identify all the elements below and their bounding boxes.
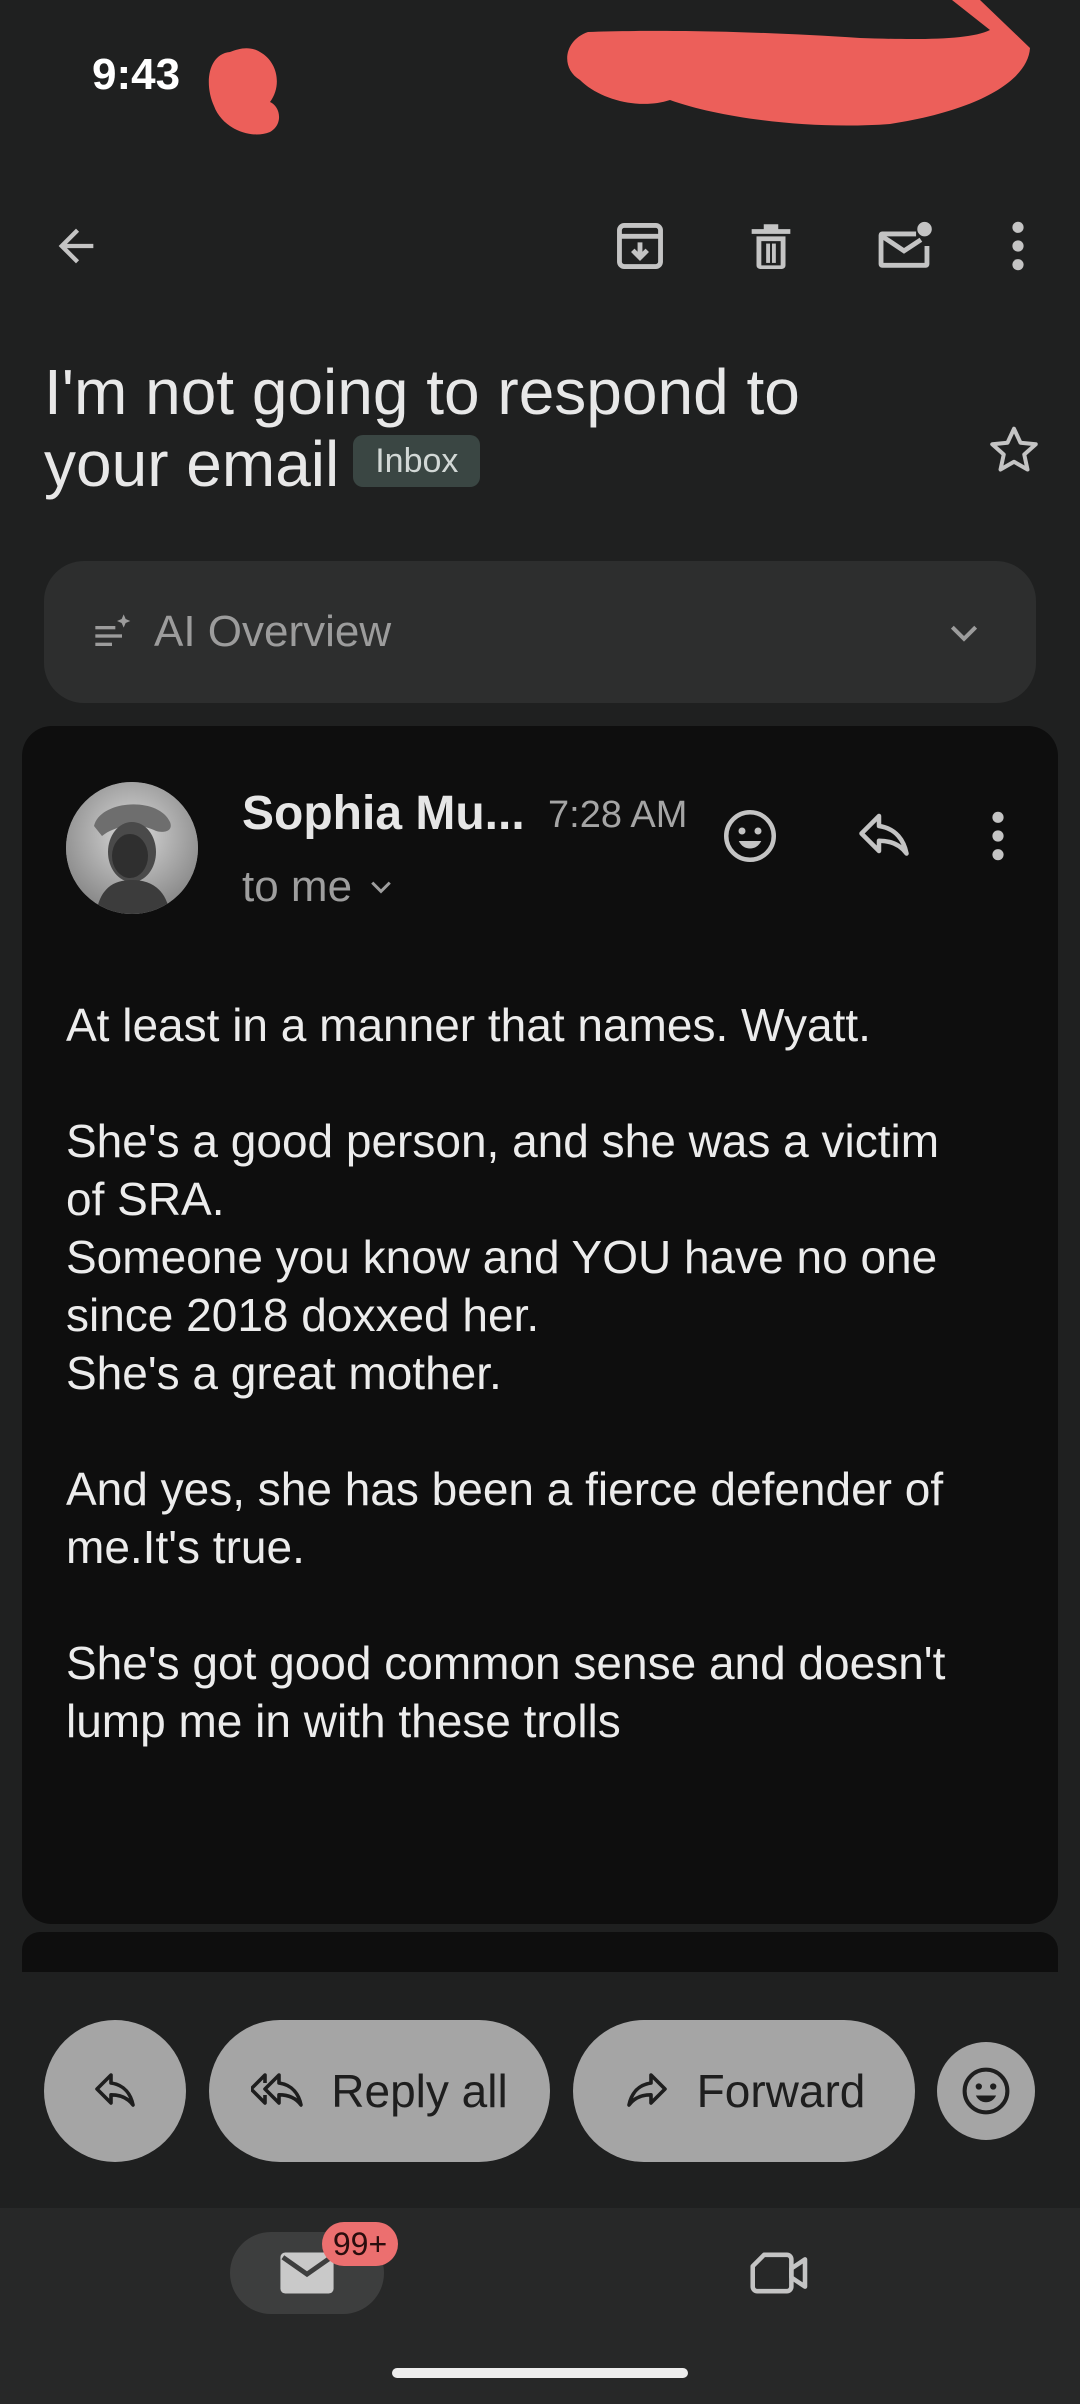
email-subject: I'm not going to respond to your email In… <box>44 356 944 500</box>
delete-button[interactable] <box>723 198 819 294</box>
reply-all-button[interactable]: Reply all <box>209 2020 550 2162</box>
nav-meet-tab[interactable] <box>732 2232 828 2314</box>
sender-avatar[interactable] <box>66 782 198 914</box>
redaction-mark-right <box>567 0 1030 126</box>
body-line: She's got good common sense and doesn't <box>66 1637 946 1689</box>
reply-pill-button[interactable] <box>44 2020 186 2162</box>
emoji-icon <box>724 810 776 862</box>
chevron-down-icon <box>371 881 391 894</box>
body-line: since 2018 doxxed her. <box>66 1289 540 1341</box>
body-paragraph: She's a good person, and she was a victi… <box>66 1112 1026 1402</box>
emoji-reaction-button[interactable] <box>937 2042 1035 2140</box>
video-camera-icon <box>750 2252 808 2294</box>
body-line: And yes, she has been a fierce defender … <box>66 1463 944 1515</box>
ai-overview-label: AI Overview <box>154 607 392 656</box>
reply-all-icon <box>251 2073 304 2107</box>
emoji-icon <box>962 2067 1010 2115</box>
email-view-screen: 9:43 I'm not going to respond to your em… <box>0 0 1080 2404</box>
reply-icon <box>95 2073 135 2107</box>
recipient-label: to me <box>242 862 353 911</box>
mark-unread-icon <box>878 221 932 268</box>
more-vert-icon <box>1012 221 1024 271</box>
unread-count-badge: 99+ <box>322 2222 398 2266</box>
body-line: me.It's true. <box>66 1521 305 1573</box>
status-bar-time: 9:43 <box>92 50 181 99</box>
forward-button[interactable]: Forward <box>573 2020 915 2162</box>
body-paragraph: At least in a manner that names. Wyatt. <box>66 996 1026 1054</box>
subject-line-1: I'm not going to respond to <box>44 356 800 428</box>
body-line: lump me in with these trolls <box>66 1695 621 1747</box>
trash-icon <box>751 224 791 269</box>
message-time: 7:28 AM <box>548 794 688 836</box>
more-vert-icon <box>992 811 1004 861</box>
home-indicator[interactable] <box>392 2368 688 2378</box>
reply-button[interactable] <box>836 788 932 884</box>
mark-unread-button[interactable] <box>856 198 952 294</box>
star-outline-icon <box>990 426 1038 472</box>
back-button[interactable] <box>28 198 124 294</box>
archive-button[interactable] <box>592 198 688 294</box>
message-body: At least in a manner that names. Wyatt. … <box>66 996 1026 1808</box>
body-paragraph: And yes, she has been a fierce defender … <box>66 1460 1026 1576</box>
redaction-mark-left <box>208 48 280 135</box>
body-line: At least in a manner that names. Wyatt. <box>66 999 871 1051</box>
chevron-down-icon <box>950 625 978 642</box>
body-paragraph: She's got good common sense and doesn't … <box>66 1634 1026 1750</box>
inbox-label-chip[interactable]: Inbox <box>353 435 481 488</box>
reply-icon <box>859 813 909 856</box>
subject-line-2-text: your email <box>44 428 340 500</box>
sender-name[interactable]: Sophia Mu... <box>242 786 525 841</box>
star-button[interactable] <box>966 402 1062 498</box>
body-line: of SRA. <box>66 1173 225 1225</box>
archive-icon <box>617 223 663 269</box>
message-more-button[interactable] <box>950 788 1046 884</box>
body-line: Someone you know and YOU have no one <box>66 1231 938 1283</box>
body-line: She's a good person, and she was a victi… <box>66 1115 940 1167</box>
body-line: She's a great mother. <box>66 1347 502 1399</box>
recipient-details-toggle[interactable]: to me <box>242 862 396 912</box>
forward-label: Forward <box>696 2065 866 2117</box>
next-message-card-edge <box>22 1932 1058 1972</box>
reply-all-label: Reply all <box>331 2065 508 2117</box>
arrow-back-icon <box>58 228 94 264</box>
avatar-photo <box>66 782 198 914</box>
more-options-button[interactable] <box>970 198 1066 294</box>
forward-icon <box>626 2073 667 2107</box>
ai-summary-icon <box>95 614 131 646</box>
subject-line-2: your email Inbox <box>44 428 944 500</box>
ai-overview-panel[interactable]: AI Overview <box>44 561 1036 703</box>
add-reaction-button[interactable] <box>702 788 798 884</box>
